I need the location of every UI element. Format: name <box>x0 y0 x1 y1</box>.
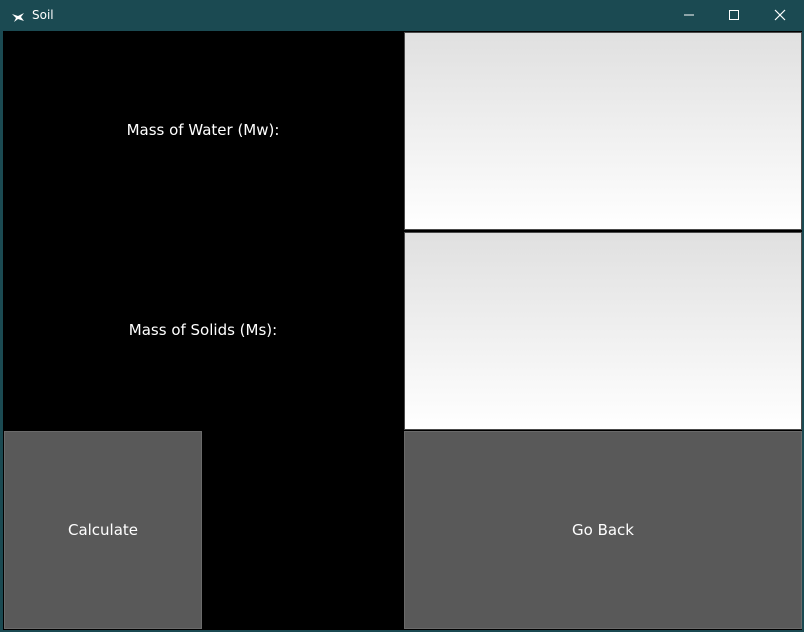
app-content: Mass of Water (Mw): Mass of Solids (Ms):… <box>3 31 802 630</box>
close-icon <box>774 6 786 25</box>
mass-of-solids-label: Mass of Solids (Ms): <box>128 321 278 339</box>
minimize-button[interactable] <box>666 0 712 31</box>
window-title: Soil <box>32 8 54 22</box>
maximize-icon <box>728 6 740 25</box>
mass-of-solids-input[interactable] <box>404 232 802 430</box>
close-button[interactable] <box>757 0 803 31</box>
mass-of-water-input[interactable] <box>404 32 802 230</box>
kivy-app-icon <box>11 9 25 22</box>
maximize-button[interactable] <box>711 0 757 31</box>
go-back-button[interactable]: Go Back <box>404 431 802 629</box>
minimize-icon <box>683 6 695 25</box>
calculate-button[interactable]: Calculate <box>4 431 202 629</box>
app-window: Soil Mass of Water (Mw): Mass of Solids … <box>0 0 804 632</box>
mass-of-water-label: Mass of Water (Mw): <box>126 121 280 139</box>
title-bar[interactable]: Soil <box>0 0 804 31</box>
